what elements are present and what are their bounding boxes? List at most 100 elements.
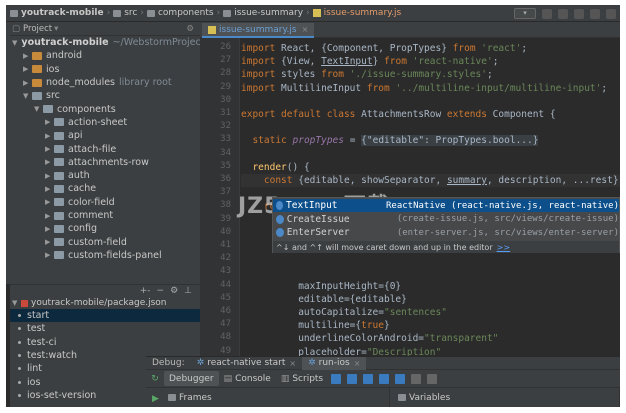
npm-script-item[interactable]: test [10, 322, 200, 335]
npm-script-label: ios [27, 376, 41, 388]
chevron-down-icon[interactable]: ▼ [34, 105, 43, 113]
force-step-into-icon[interactable] [379, 373, 390, 384]
tree-item[interactable]: ▶ attach-file [10, 142, 200, 155]
project-panel-header[interactable]: ▢ Project ▾ ⚙ [10, 22, 200, 36]
code-token: MultilineInput [281, 82, 367, 94]
tree-item-label: api [68, 130, 83, 142]
hide-icon[interactable]: ⊥ [184, 286, 192, 296]
show-execution-point-icon[interactable] [331, 373, 342, 384]
chevron-right-icon[interactable]: ▶ [45, 238, 54, 246]
line-number: 44 [220, 279, 231, 290]
run-config-dropdown[interactable]: ▾ [514, 8, 536, 19]
chevron-right-icon[interactable]: ▶ [45, 198, 54, 206]
run-to-cursor-icon[interactable] [411, 373, 422, 384]
step-out-icon[interactable] [395, 373, 406, 384]
tree-item[interactable]: ▶ android [10, 49, 200, 62]
tree-item[interactable]: ▶ action-sheet [10, 116, 200, 129]
tab-scripts[interactable]: ▥ Scripts [276, 371, 328, 386]
chevron-right-icon[interactable]: ▶ [23, 79, 32, 87]
tree-item[interactable]: ▶ comment [10, 209, 200, 222]
chevron-right-icon[interactable]: ▶ [45, 132, 54, 140]
rerun-icon[interactable]: ↻ [146, 374, 164, 384]
code-token: = [343, 135, 362, 147]
code-token: Component { [492, 109, 556, 120]
completion-item[interactable]: CreateIssue (create-issue.js, src/views/c… [273, 213, 619, 226]
folder-icon [54, 171, 64, 180]
tree-item-label: attach-file [68, 143, 117, 155]
npm-package-header[interactable]: ▼ youtrack-mobile/package.json [10, 297, 200, 309]
chevron-right-icon[interactable]: ▶ [45, 251, 54, 259]
chevron-down-icon[interactable]: ▼ [23, 92, 32, 100]
close-icon[interactable]: × [354, 359, 361, 368]
js-file-icon [312, 9, 321, 17]
tree-item[interactable]: ▶ color-field [10, 196, 200, 209]
line-number: 35 [220, 160, 231, 171]
evaluate-icon[interactable] [427, 373, 438, 384]
settings-icon[interactable]: ⚙ [170, 286, 178, 296]
close-icon[interactable]: × [302, 25, 309, 34]
tree-item[interactable]: ▶ node_modules library root [10, 76, 200, 89]
chevron-down-icon[interactable]: ▼ [12, 39, 17, 47]
close-icon[interactable]: × [289, 359, 296, 368]
code-token: React, { [281, 43, 327, 54]
chevron-right-icon[interactable]: ▶ [45, 172, 54, 180]
tab-issue-summary-js[interactable]: issue-summary.js × [202, 23, 315, 38]
line-number: 27 [220, 55, 231, 66]
tree-item[interactable]: ▼ src [10, 89, 200, 102]
gear-icon[interactable]: ⚙ [186, 24, 194, 34]
folded-code[interactable]: {"editable": PropTypes.bool...} [361, 135, 539, 147]
debug-icon[interactable] [558, 8, 568, 19]
chevron-right-icon[interactable]: ▶ [23, 52, 32, 60]
tree-root[interactable]: ▼ youtrack-mobile ~/WebstormProjects/ [10, 36, 200, 49]
expand-icon[interactable]: +- [140, 286, 151, 296]
tree-item[interactable]: ▶ custom-field [10, 235, 200, 248]
tab-react-native-start[interactable]: ✲ react-native start × [191, 357, 302, 370]
completion-hint-link[interactable]: >> [497, 243, 510, 252]
stop-icon[interactable] [574, 8, 584, 19]
chevron-right-icon[interactable]: ▶ [45, 185, 54, 193]
breadcrumb-src[interactable]: src [124, 8, 137, 18]
tree-item[interactable]: ▼ components [10, 102, 200, 115]
step-over-icon[interactable] [347, 373, 358, 384]
completion-item[interactable]: EnterServer (enter-server.js, src/views/e… [273, 226, 619, 239]
tree-item[interactable]: ▶ api [10, 129, 200, 142]
tree-root-path: ~/WebstormProjects/ [112, 37, 200, 49]
collapse-icon[interactable]: − [157, 286, 165, 296]
tree-item[interactable]: ▶ cache [10, 182, 200, 195]
coverage-icon[interactable] [590, 8, 600, 19]
completion-item[interactable]: TextInput ReactNative (react-native.js, r… [273, 199, 619, 212]
chevron-down-icon: ▢ [12, 23, 21, 34]
chevron-right-icon[interactable]: ▶ [23, 65, 32, 73]
tree-item[interactable]: ▶ ios [10, 63, 200, 76]
code-line: autoCapitalize="sentences" [241, 306, 447, 319]
completion-item-source: ReactNative (react-native.js, react-nati… [386, 200, 619, 211]
tab-debugger[interactable]: Debugger [164, 371, 219, 386]
tree-item[interactable]: ▶ custom-fields-panel [10, 249, 200, 262]
npm-script-item[interactable]: start [10, 309, 200, 323]
breadcrumb-issue-summary[interactable]: issue-summary [234, 8, 303, 18]
search-icon[interactable] [606, 8, 616, 19]
run-icon[interactable] [542, 8, 552, 19]
tree-item[interactable]: ▶ auth [10, 169, 200, 182]
completion-item-name: TextInput [286, 200, 338, 211]
breadcrumb-components[interactable]: components [158, 8, 214, 18]
variables-pane[interactable]: Variables [390, 388, 620, 407]
step-into-icon[interactable] [363, 373, 374, 384]
tree-item[interactable]: ▶ attachments-row [10, 156, 200, 169]
tab-console[interactable]: ▤ Console [219, 371, 276, 386]
chevron-right-icon[interactable]: ▶ [45, 145, 54, 153]
chevron-right-icon[interactable]: ▶ [45, 212, 54, 220]
chevron-right-icon[interactable]: ▶ [45, 118, 54, 126]
tree-item[interactable]: ▶ config [10, 222, 200, 235]
breadcrumb-project[interactable]: youtrack-mobile [21, 8, 104, 18]
line-number: 37 [220, 187, 231, 198]
breadcrumb-file[interactable]: issue-summary.js [324, 8, 402, 18]
completion-popup: TextInput ReactNative (react-native.js, r… [272, 197, 620, 253]
script-bullet-icon [18, 393, 21, 397]
resume-icon[interactable]: ▶ [152, 394, 159, 404]
npm-script-item[interactable]: test-ci [10, 336, 200, 349]
chevron-right-icon[interactable]: ▶ [45, 158, 54, 166]
tab-run-ios[interactable]: ✲ run-ios × [302, 356, 367, 370]
chevron-right-icon[interactable]: ▶ [45, 225, 54, 233]
frames-pane[interactable]: Frames [146, 388, 390, 407]
